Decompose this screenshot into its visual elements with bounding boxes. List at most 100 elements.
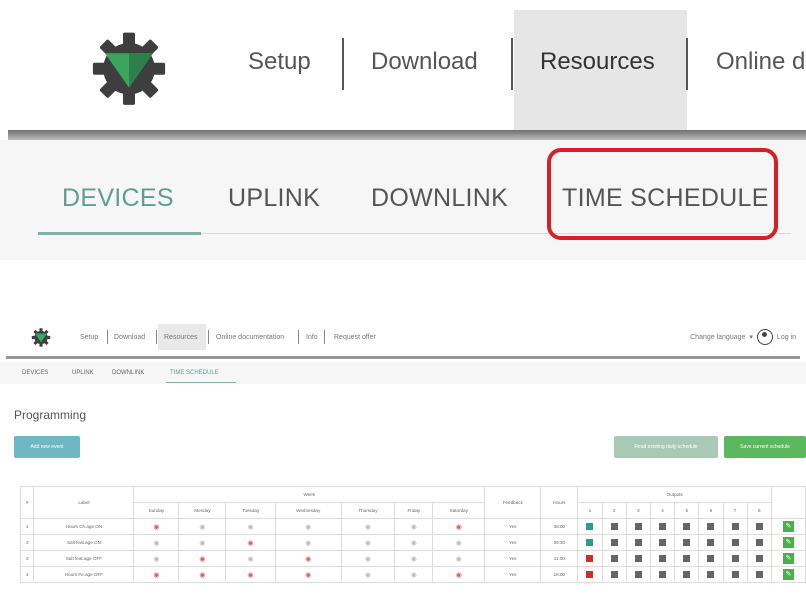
output-cell[interactable] xyxy=(601,550,627,567)
output-cell[interactable] xyxy=(625,550,651,567)
day-toggle[interactable]: ◉ xyxy=(225,550,276,567)
table-row: 3 Salt feat.age OFF ◉ ◉ ◉ ◉ ◉ ◉ ◉ Yes 11… xyxy=(19,550,806,567)
day-toggle[interactable]: ◉ xyxy=(432,534,486,551)
day-toggle[interactable]: ◉ xyxy=(178,566,227,583)
edit-icon[interactable]: ✎ xyxy=(782,569,794,580)
nav-link-setup[interactable]: Setup xyxy=(248,48,311,76)
day-toggle[interactable]: ◉ xyxy=(394,550,434,567)
output-cell[interactable] xyxy=(698,518,724,535)
output-cell[interactable] xyxy=(746,518,772,535)
day-toggle[interactable]: ◉ xyxy=(274,518,342,535)
output-indicator xyxy=(586,554,594,562)
day-toggle[interactable]: ◉ xyxy=(340,550,396,567)
nav-link-setup[interactable]: Setup xyxy=(80,334,98,341)
change-language-dropdown[interactable]: Change language xyxy=(690,334,745,341)
day-toggle[interactable]: ◉ xyxy=(178,518,227,535)
tab-downlink[interactable]: DOWNLINK xyxy=(371,184,508,213)
tab-uplink[interactable]: UPLINK xyxy=(228,184,320,213)
output-cell[interactable] xyxy=(649,550,676,567)
edit-icon[interactable]: ✎ xyxy=(782,553,794,564)
day-toggle[interactable]: ◉ xyxy=(178,534,227,551)
day-toggle[interactable]: ◉ xyxy=(133,550,180,567)
output-cell[interactable] xyxy=(649,518,676,535)
day-toggle[interactable]: ◉ xyxy=(225,566,276,583)
output-cell[interactable] xyxy=(649,534,676,551)
day-toggle[interactable]: ◉ xyxy=(274,550,342,567)
output-cell[interactable] xyxy=(722,550,748,567)
output-cell[interactable] xyxy=(625,518,651,535)
day-toggle[interactable]: ◉ xyxy=(133,518,180,535)
output-cell[interactable] xyxy=(625,566,651,583)
output-cell[interactable] xyxy=(577,534,603,551)
output-cell[interactable] xyxy=(722,518,748,535)
output-cell[interactable] xyxy=(601,534,627,551)
add-event-button[interactable]: Add new event xyxy=(14,436,80,458)
output-cell[interactable] xyxy=(698,550,724,567)
day-toggle[interactable]: ◉ xyxy=(225,518,276,535)
output-cell[interactable] xyxy=(649,566,676,583)
login-link[interactable]: Log in xyxy=(777,334,796,341)
nav-link-resources[interactable]: Resources xyxy=(164,334,197,341)
day-toggle[interactable]: ◉ xyxy=(340,518,396,535)
nav-link-download[interactable]: Download xyxy=(371,48,478,76)
nav-link-online-documentation[interactable]: Online documentation xyxy=(216,334,284,341)
row-index: 2 xyxy=(19,534,35,551)
output-cell[interactable] xyxy=(698,566,724,583)
output-cell[interactable] xyxy=(722,534,748,551)
col-output: 8 xyxy=(746,502,772,519)
tab-strip: DEVICES UPLINK DOWNLINK TIME SCHEDULE xyxy=(0,362,806,384)
edit-icon[interactable]: ✎ xyxy=(782,537,794,548)
day-toggle[interactable]: ◉ xyxy=(225,534,276,551)
user-icon[interactable] xyxy=(756,329,773,345)
day-toggle[interactable]: ◉ xyxy=(274,566,342,583)
day-toggle[interactable]: ◉ xyxy=(133,566,180,583)
save-schedule-button[interactable]: Save current schedule xyxy=(724,436,806,458)
output-cell[interactable] xyxy=(577,566,603,583)
day-toggle[interactable]: ◉ xyxy=(274,534,342,551)
nav-link-download[interactable]: Download xyxy=(114,334,145,341)
output-cell[interactable] xyxy=(722,566,748,583)
nav-link-resources[interactable]: Resources xyxy=(540,48,655,76)
day-toggle[interactable]: ◉ xyxy=(432,518,486,535)
output-cell[interactable] xyxy=(577,550,603,567)
gear-logo-icon xyxy=(92,32,166,105)
day-toggle[interactable]: ◉ xyxy=(394,534,434,551)
output-cell[interactable] xyxy=(601,518,627,535)
tab-time-schedule[interactable]: TIME SCHEDULE xyxy=(170,370,219,376)
edit-icon[interactable]: ✎ xyxy=(782,521,794,532)
page-title: Programming xyxy=(14,408,87,422)
read-schedule-button[interactable]: Read existing daily schedule xyxy=(614,436,718,458)
day-toggle[interactable]: ◉ xyxy=(394,518,434,535)
tab-downlink[interactable]: DOWNLINK xyxy=(112,370,144,376)
tab-devices[interactable]: DEVICES xyxy=(62,184,174,213)
col-feedback: Feedback xyxy=(484,486,542,519)
output-indicator xyxy=(586,538,594,546)
output-cell[interactable] xyxy=(577,518,603,535)
output-cell[interactable] xyxy=(698,534,724,551)
day-toggle[interactable]: ◉ xyxy=(394,566,434,583)
output-cell[interactable] xyxy=(625,534,651,551)
tab-uplink[interactable]: UPLINK xyxy=(72,370,94,376)
day-toggle[interactable]: ◉ xyxy=(340,534,396,551)
day-toggle[interactable]: ◉ xyxy=(133,534,180,551)
output-cell[interactable] xyxy=(746,534,772,551)
nav-separator xyxy=(208,330,209,344)
output-cell[interactable] xyxy=(674,566,700,583)
col-label: Label xyxy=(33,486,135,519)
day-toggle[interactable]: ◉ xyxy=(340,566,396,583)
col-output: 1 xyxy=(577,502,603,519)
tab-devices[interactable]: DEVICES xyxy=(22,370,48,376)
output-cell[interactable] xyxy=(601,566,627,583)
schedule-table: # Label Week Feedback Hours Outputs Sund… xyxy=(19,486,806,583)
output-cell[interactable] xyxy=(746,566,772,583)
output-cell[interactable] xyxy=(674,518,700,535)
output-cell[interactable] xyxy=(746,550,772,567)
day-toggle[interactable]: ◉ xyxy=(432,550,486,567)
nav-link-info[interactable]: Info xyxy=(306,334,318,341)
nav-link-online-documentation[interactable]: Online d xyxy=(716,48,805,76)
output-cell[interactable] xyxy=(674,550,700,567)
day-toggle[interactable]: ◉ xyxy=(432,566,486,583)
day-toggle[interactable]: ◉ xyxy=(178,550,227,567)
output-cell[interactable] xyxy=(674,534,700,551)
nav-link-request-offer[interactable]: Request offer xyxy=(334,334,376,341)
